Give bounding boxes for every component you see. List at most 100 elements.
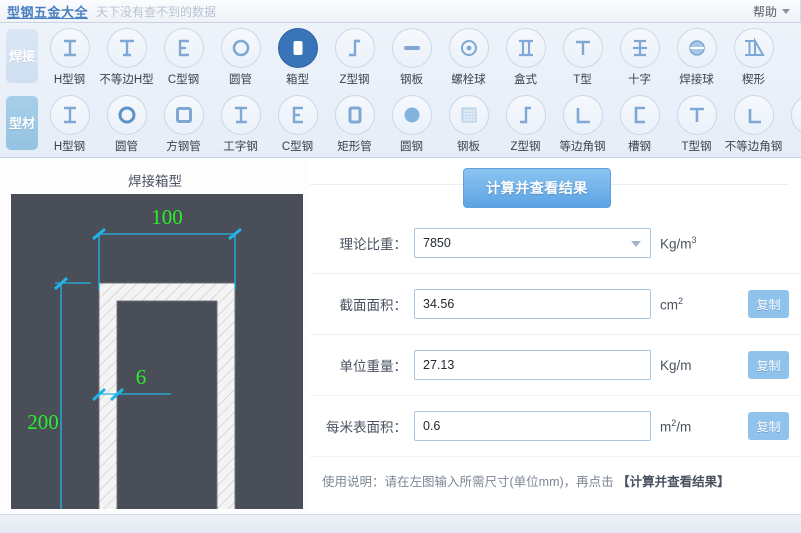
ribbon-item-unequal-h-beam[interactable]: 不等边H型 [98,23,155,87]
profiled-sheet-icon [790,95,801,135]
ribbon-item-steel-plate-solid[interactable]: 钢板 [440,90,497,154]
unit-section-area: cm2 [660,296,683,313]
ribbon-item-label: 楔形 [742,74,765,86]
round-bar-icon [391,95,432,135]
help-label: 帮助 [752,5,777,19]
field-label-surface-area: 每米表面积： [326,420,407,435]
bolt-ball-icon [448,28,489,68]
ribbon-item-label: H型钢 [53,74,86,86]
diagram-canvas[interactable]: 100 200 6 [11,194,303,509]
usage-hint: 使用说明：请在左图输入所需尺寸(单位mm)，再点击 【计算并查看结果】 [310,457,801,490]
dimension-height-value: 200 [27,410,59,434]
ribbon-item-h-beam-2[interactable]: H型钢 [41,90,98,154]
density-input[interactable] [414,228,651,258]
diagram-pane: 焊接箱型 100 200 6 [0,158,310,533]
category-tab-section[interactable]: 型材 [6,96,38,150]
density-select-wrap [414,228,651,258]
ribbon-item-equal-angle[interactable]: 等边角钢 [554,90,611,154]
ribbon-row-welded: 焊接 H型钢 不等边H型 C型钢 圆管 箱型 Z型钢 钢板 螺栓球 盒式 T型 … [0,23,801,90]
category-tab-section-char1: 型材 [8,115,35,131]
ribbon-item-label: 箱型 [286,74,309,86]
unit-unit-weight-text: Kg/m [660,357,692,373]
calculate-button[interactable]: 计算并查看结果 [463,168,611,208]
ribbon-item-square-tube[interactable]: 方钢管 [155,90,212,154]
c-channel-icon [277,95,318,135]
h-beam-icon [49,28,90,68]
top-bar: 型钢五金大全 天下没有查不到的数据 帮助 [0,0,801,23]
ribbon-item-profiled-sheet[interactable]: 压 [782,90,801,154]
ribbon-item-h-beam[interactable]: H型钢 [41,23,98,87]
ribbon-item-channel[interactable]: 槽钢 [611,90,668,154]
ribbon-item-label: 不等边角钢 [724,141,783,153]
rect-tube-icon [334,95,375,135]
ribbon-item-label: H型钢 [53,141,86,153]
ribbon-item-c-channel-2[interactable]: C型钢 [269,90,326,154]
dimension-width [92,227,242,290]
copy-button-placeholder [748,229,789,257]
ribbon-item-z-section[interactable]: Z型钢 [326,23,383,87]
copy-unit-weight-button[interactable]: 复制 [748,351,789,379]
ribbon-item-welded-ball[interactable]: 焊接球 [668,23,725,87]
box-section-icon [277,28,318,68]
ribbon-item-label: 方钢管 [166,141,201,153]
t-section-icon [562,28,603,68]
ribbon-item-z-section-2[interactable]: Z型钢 [497,90,554,154]
ribbon-item-box-case[interactable]: 盒式 [497,23,554,87]
category-tab-welded[interactable]: 焊接 [6,29,38,83]
result-form-pane: 计算并查看结果 理论比重： Kg/m3 截面面积： cm2 复制 单位重量： [310,158,801,533]
i-beam-icon [220,95,261,135]
help-menu-button[interactable]: 帮助 [743,0,800,23]
ribbon-item-label: C型钢 [281,141,314,153]
dimension-height [53,276,91,509]
ribbon-item-label: T型 [573,74,592,86]
diagram-title: 焊接箱型 [128,174,182,189]
ribbon-item-rect-tube[interactable]: 矩形管 [326,90,383,154]
ribbon-item-round-pipe-2[interactable]: 圆管 [98,90,155,154]
square-tube-icon [163,95,204,135]
dimension-width-value: 100 [151,205,183,229]
ribbon-items-welded: H型钢 不等边H型 C型钢 圆管 箱型 Z型钢 钢板 螺栓球 盒式 T型 十字 … [41,23,801,87]
ribbon-item-label: 圆管 [115,141,138,153]
section-area-input[interactable] [414,289,651,319]
app-tagline: 天下没有查不到的数据 [96,4,217,19]
chevron-down-icon [782,9,790,14]
ribbon-item-cross-section[interactable]: 十字 [611,23,668,87]
unit-density-sup: 3 [691,234,697,245]
field-row-surface-area: 每米表面积： m2/m 复制 [310,396,801,457]
ribbon-item-label: 螺栓球 [451,74,486,86]
ribbon-item-c-channel[interactable]: C型钢 [155,23,212,87]
ribbon-item-round-bar[interactable]: 圆钢 [383,90,440,154]
ribbon-item-t-section[interactable]: T型 [554,23,611,87]
ribbon-item-i-beam[interactable]: 工字钢 [212,90,269,154]
ribbon-item-bolt-ball[interactable]: 螺栓球 [440,23,497,87]
ribbon-item-round-pipe[interactable]: 圆管 [212,23,269,87]
steel-plate-icon [391,28,432,68]
app-brand-link[interactable]: 型钢五金大全 [7,2,88,21]
surface-area-input[interactable] [414,411,651,441]
main-content: 焊接箱型 100 200 6 计算并查看结果 理论比重： 7850 Kg/m3 … [0,158,801,533]
ribbon-item-t-bar[interactable]: T型钢 [668,90,725,154]
ribbon-item-wedge[interactable]: 楔形 [725,23,782,87]
cross-section-icon [619,28,660,68]
ribbon-item-label: 槽钢 [628,141,651,153]
unit-surface-area-suffix: /m [676,419,692,435]
field-label-unit-weight: 单位重量： [339,359,408,374]
unequal-angle-icon [733,95,774,135]
copy-surface-area-button[interactable]: 复制 [748,412,789,440]
copy-section-area-button[interactable]: 复制 [748,290,789,318]
round-pipe-icon [220,28,261,68]
steel-plate-solid-icon [448,95,489,135]
category-ribbon: 焊接 H型钢 不等边H型 C型钢 圆管 箱型 Z型钢 钢板 螺栓球 盒式 T型 … [0,23,801,158]
ribbon-item-label: 圆管 [229,74,252,86]
unequal-h-beam-icon [106,28,147,68]
ribbon-item-unequal-angle[interactable]: 不等边角钢 [725,90,782,154]
ribbon-item-steel-plate[interactable]: 钢板 [383,23,440,87]
ribbon-item-label: 圆钢 [400,141,423,153]
dimension-top-thickness-value: 6 [136,365,147,389]
unit-section-area-text: cm [660,297,678,313]
unit-weight-input[interactable] [414,350,651,380]
h-beam-icon [49,95,90,135]
unit-density-text: Kg/m [660,236,692,252]
equal-angle-icon [562,95,603,135]
ribbon-item-box-section[interactable]: 箱型 [269,23,326,87]
